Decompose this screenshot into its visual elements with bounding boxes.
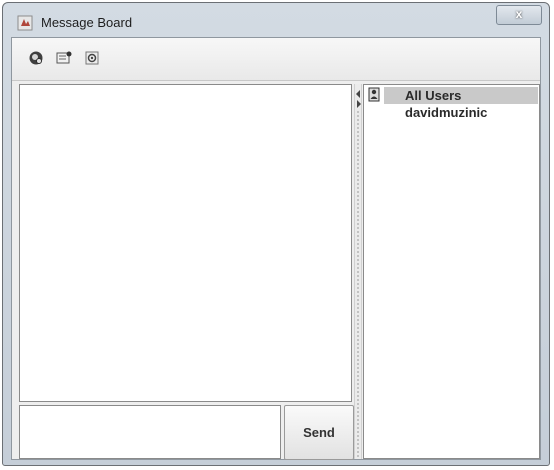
main-content: Send All Users davidmuzinic [11,37,541,460]
title-bar[interactable]: Message Board x [3,3,549,39]
collapse-left-arrow-icon[interactable] [356,90,360,98]
connect-button[interactable] [26,50,46,70]
divider-grip [357,110,359,459]
user-item-all-users[interactable]: All Users [384,87,538,104]
settings-icon [84,50,100,71]
send-button[interactable]: Send [284,405,354,460]
split-pane-divider[interactable] [354,84,362,459]
users-folder-icon [367,87,381,102]
settings-button[interactable] [82,50,102,70]
message-history-area[interactable] [19,84,352,402]
message-input[interactable] [19,405,281,459]
users-panel: All Users davidmuzinic [363,84,540,459]
user-item-davidmuzinic[interactable]: davidmuzinic [384,104,538,121]
new-message-icon [56,50,72,71]
window-title: Message Board [41,15,133,30]
connect-icon [28,50,44,71]
message-board-window: Message Board x Send All Users davidmuzi… [2,2,550,466]
toolbar [12,38,540,81]
collapse-right-arrow-icon[interactable] [357,100,361,108]
close-button[interactable]: x [496,5,542,25]
app-icon [17,15,33,31]
new-message-button[interactable] [54,50,74,70]
